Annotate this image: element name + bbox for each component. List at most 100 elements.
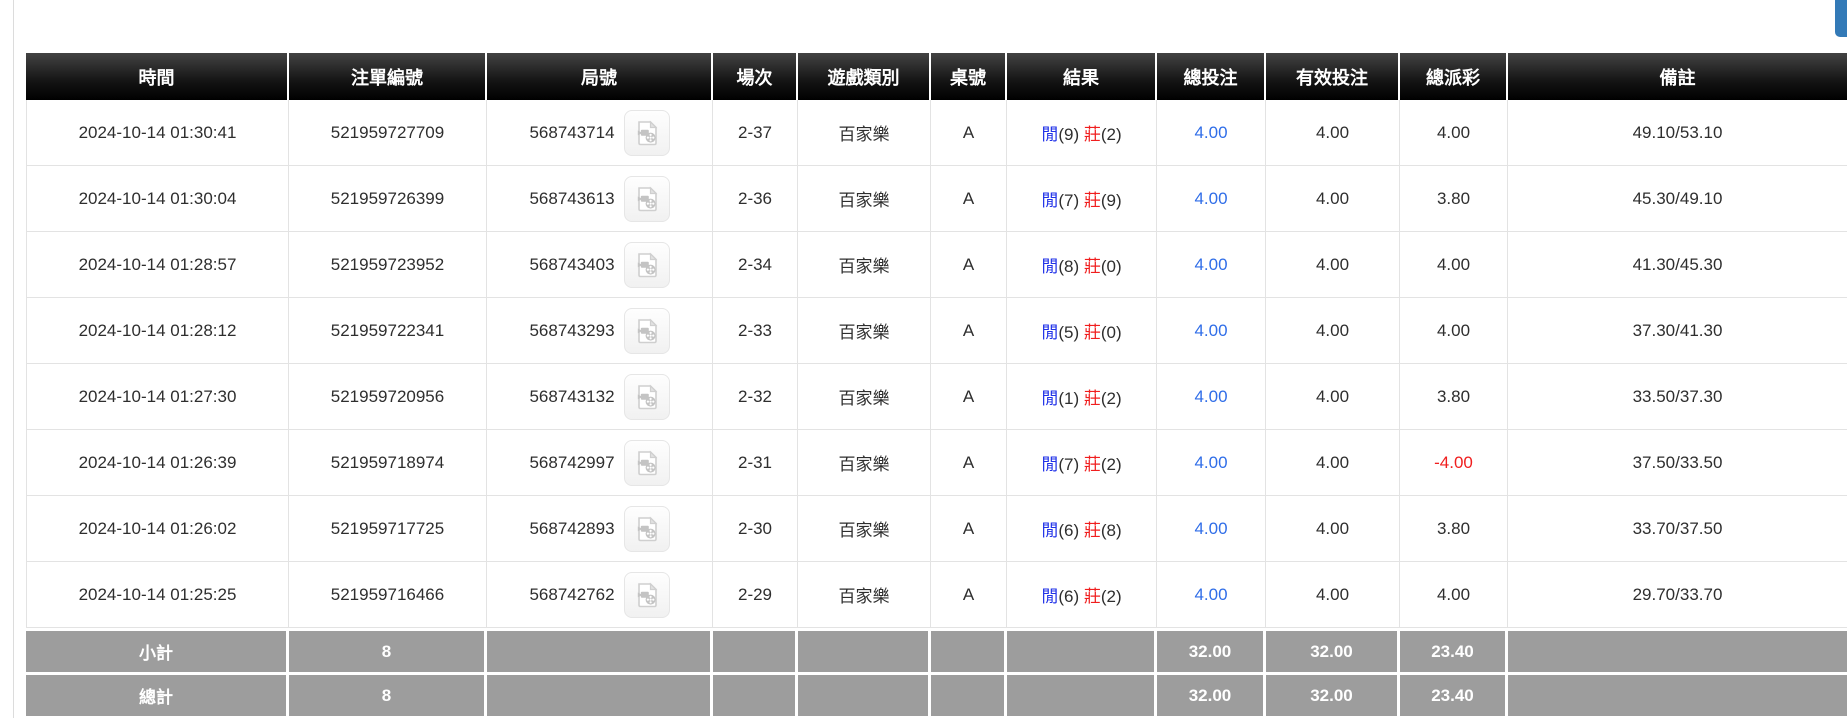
banker-result-score: (0) [1101,257,1122,276]
payout-value: -4.00 [1434,453,1473,472]
summary-remark [1508,672,1847,716]
cell-total-bet: 4.00 [1157,496,1266,562]
cell-round-number: 568742997 [487,430,713,496]
cell-time: 2024-10-14 01:27:30 [26,364,289,430]
banker-result-score: (8) [1101,521,1122,540]
total-bet-link[interactable]: 4.00 [1194,123,1227,142]
player-result-label: 閒 [1041,125,1058,144]
banker-result-score: (2) [1101,455,1122,474]
cell-session: 2-32 [713,364,798,430]
round-number: 568743403 [529,255,614,275]
banker-result-label: 莊 [1084,521,1101,540]
cell-table-number: A [931,364,1007,430]
player-result-score: (6) [1058,521,1079,540]
payout-value: 3.80 [1437,519,1470,538]
total-bet-link[interactable]: 4.00 [1194,453,1227,472]
payout-value: 4.00 [1437,123,1470,142]
banker-result-label: 莊 [1084,191,1101,210]
player-result-score: (9) [1058,125,1079,144]
cell-time: 2024-10-14 01:30:41 [26,100,289,166]
table-row: 2024-10-14 01:28:57 521959723952 5687434… [26,232,1847,298]
table-header-row: 時間注單編號局號場次遊戲類別桌號結果總投注有效投注總派彩備註 [26,53,1847,100]
video-file-icon [633,449,661,477]
banker-result-label: 莊 [1084,389,1101,408]
cell-remark: 37.50/33.50 [1508,430,1847,496]
summary-total-bet: 32.00 [1157,628,1266,672]
floating-side-button[interactable] [1835,0,1847,37]
cell-table-number: A [931,496,1007,562]
cell-bet-number: 521959716466 [289,562,487,628]
cell-game-type: 百家樂 [798,562,931,628]
cell-session: 2-34 [713,232,798,298]
cell-valid-bet: 4.00 [1266,562,1400,628]
player-result-label: 閒 [1041,323,1058,342]
banker-result-score: (9) [1101,191,1122,210]
column-header: 場次 [713,53,798,100]
player-result-score: (8) [1058,257,1079,276]
cell-time: 2024-10-14 01:26:02 [26,496,289,562]
payout-value: 4.00 [1437,321,1470,340]
column-header: 結果 [1007,53,1157,100]
payout-value: 4.00 [1437,585,1470,604]
cell-remark: 49.10/53.10 [1508,100,1847,166]
cell-game-type: 百家樂 [798,166,931,232]
video-replay-button[interactable] [624,242,670,288]
cell-game-type: 百家樂 [798,364,931,430]
cell-table-number: A [931,562,1007,628]
summary-valid-bet: 32.00 [1266,672,1400,716]
total-bet-link[interactable]: 4.00 [1194,189,1227,208]
cell-total-bet: 4.00 [1157,298,1266,364]
cell-payout: 3.80 [1400,496,1508,562]
video-replay-button[interactable] [624,440,670,486]
column-header: 遊戲類別 [798,53,931,100]
cell-time: 2024-10-14 01:25:25 [26,562,289,628]
cell-payout: 4.00 [1400,562,1508,628]
banker-result-score: (2) [1101,125,1122,144]
video-file-icon [633,119,661,147]
cell-session: 2-36 [713,166,798,232]
cell-valid-bet: 4.00 [1266,430,1400,496]
banker-result-label: 莊 [1084,257,1101,276]
video-replay-button[interactable] [624,572,670,618]
video-replay-button[interactable] [624,308,670,354]
column-header: 桌號 [931,53,1007,100]
cell-session: 2-30 [713,496,798,562]
total-bet-link[interactable]: 4.00 [1194,321,1227,340]
payout-value: 4.00 [1437,255,1470,274]
cell-valid-bet: 4.00 [1266,298,1400,364]
total-bet-link[interactable]: 4.00 [1194,585,1227,604]
cell-remark: 37.30/41.30 [1508,298,1847,364]
payout-value: 3.80 [1437,387,1470,406]
column-header: 有效投注 [1266,53,1400,100]
cell-total-bet: 4.00 [1157,562,1266,628]
player-result-score: (5) [1058,323,1079,342]
cell-session: 2-29 [713,562,798,628]
cell-session: 2-31 [713,430,798,496]
cell-game-type: 百家樂 [798,496,931,562]
total-bet-link[interactable]: 4.00 [1194,387,1227,406]
cell-remark: 29.70/33.70 [1508,562,1847,628]
video-file-icon [633,317,661,345]
summary-payout: 23.40 [1400,628,1508,672]
video-replay-button[interactable] [624,374,670,420]
video-replay-button[interactable] [624,110,670,156]
page-left-divider [13,0,14,718]
summary-row: 小計 8 32.00 32.00 23.40 [26,628,1847,672]
cell-table-number: A [931,166,1007,232]
cell-payout: 4.00 [1400,100,1508,166]
player-result-label: 閒 [1041,455,1058,474]
total-bet-link[interactable]: 4.00 [1194,519,1227,538]
bet-history-table: 時間注單編號局號場次遊戲類別桌號結果總投注有效投注總派彩備註 2024-10-1… [26,53,1847,716]
cell-total-bet: 4.00 [1157,166,1266,232]
video-replay-button[interactable] [624,176,670,222]
video-file-icon [633,581,661,609]
cell-remark: 45.30/49.10 [1508,166,1847,232]
banker-result-label: 莊 [1084,455,1101,474]
total-bet-link[interactable]: 4.00 [1194,255,1227,274]
cell-payout: 4.00 [1400,298,1508,364]
cell-bet-number: 521959720956 [289,364,487,430]
banker-result-score: (0) [1101,323,1122,342]
video-replay-button[interactable] [624,506,670,552]
table-body: 2024-10-14 01:30:41 521959727709 5687437… [26,100,1847,628]
cell-total-bet: 4.00 [1157,364,1266,430]
